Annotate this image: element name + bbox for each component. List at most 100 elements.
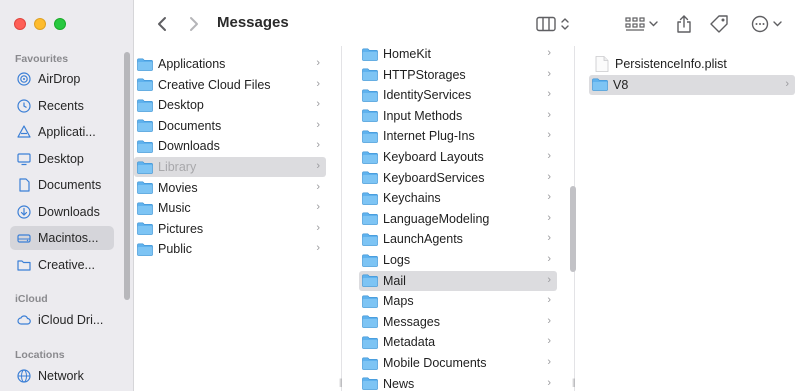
folder-row[interactable]: LaunchAgents › [359,229,557,249]
tags-button[interactable] [707,13,731,35]
zoom-window-button[interactable] [54,18,66,30]
folder-row[interactable]: Keychains › [359,188,557,208]
row-label: Applications [158,57,226,71]
column-resize-handle[interactable]: || [339,377,343,387]
sidebar-item[interactable]: Documents [10,173,114,197]
sidebar-item[interactable]: Network [10,364,114,388]
cloud-icon [17,313,31,327]
sidebar-item-label: Downloads [38,204,100,219]
row-label: V8 [613,77,629,92]
folder-icon [362,295,378,308]
sidebar-section-locations: Locations [15,349,65,361]
chevron-right-icon: › [316,77,320,90]
chevron-up-down-icon [561,18,569,30]
sidebar-item-label: Desktop [38,151,84,166]
window-controls [14,18,66,30]
chevron-right-icon: › [316,201,320,214]
file-row[interactable]: PersistenceInfo.plist [589,54,795,74]
folder-icon [362,233,378,246]
download-icon [17,204,31,219]
sidebar-item[interactable]: Recents [10,94,114,118]
folder-row[interactable]: Desktop › [134,95,326,115]
folder-row[interactable]: LanguageModeling › [359,209,557,229]
chevron-right-icon: › [547,211,551,224]
folder-row[interactable]: Internet Plug-Ins › [359,126,557,146]
folder-row[interactable]: HomeKit › [359,44,557,64]
folder-row[interactable]: Mobile Documents › [359,353,557,373]
row-label: Messages [383,314,440,329]
sidebar-item-label: Network [38,369,84,383]
sidebar-scrollbar[interactable] [124,52,130,300]
row-label: Desktop [158,98,204,113]
row-label: Metadata [383,335,436,350]
sidebar-item[interactable]: iCloud Dri... [10,308,114,332]
ellipsis-circle-icon [751,15,768,33]
folder-row[interactable]: V8 › [589,74,795,95]
share-button[interactable] [673,13,695,35]
toolbar: Messages [135,0,800,46]
minimize-window-button[interactable] [34,18,46,30]
column-divider[interactable] [341,46,342,391]
folder-icon [17,258,31,272]
row-label: Public [158,242,193,257]
folder-icon [362,130,378,143]
folder-icon [362,150,378,164]
folder-icon [137,160,153,174]
column-resize-handle[interactable]: || [572,377,576,387]
sidebar-item[interactable]: Macintos... [10,226,114,250]
folder-row[interactable]: Pictures › [134,219,326,239]
folder-icon [137,243,153,256]
chevron-right-icon: › [547,335,551,348]
more-actions-button[interactable] [747,13,785,35]
column-2: HomeKit › HTTPStorages › IdentityServices › In… [348,46,558,391]
folder-icon [362,315,378,329]
folder-row[interactable]: Metadata › [359,332,557,352]
folder-icon [137,181,153,194]
chevron-right-icon: › [785,77,789,90]
folder-row[interactable]: Movies › [134,178,326,198]
folder-row[interactable]: News › [359,374,557,391]
folder-row[interactable]: Applications › [134,54,326,74]
sidebar-item[interactable]: Applicati... [10,120,114,144]
column-2-scrollbar[interactable] [570,186,576,272]
folder-row[interactable]: Downloads › [134,136,326,156]
sidebar-item[interactable]: Desktop [10,147,114,171]
folder-row[interactable]: Messages › [359,312,557,332]
chevron-right-icon: › [316,242,320,255]
folder-row[interactable]: Music › [134,198,326,218]
folder-row[interactable]: Logs › [359,250,557,270]
sidebar-item[interactable]: Creative... [10,253,114,277]
window-title: Messages [217,14,289,31]
folder-row[interactable]: Library › [134,157,326,177]
chevron-right-icon: › [316,98,320,111]
folder-row[interactable]: IdentityServices › [359,85,557,105]
sidebar-item[interactable]: Downloads [10,200,114,224]
group-button[interactable] [621,13,661,35]
chevron-right-icon: › [547,376,551,389]
folder-row[interactable]: Mail › [359,270,557,291]
folder-row[interactable]: Maps › [359,291,557,311]
folder-icon [592,78,608,91]
row-label: Keyboard Layouts [383,150,484,164]
folder-icon [137,222,153,236]
folder-icon [137,202,153,215]
folder-row[interactable]: KeyboardServices › [359,168,557,188]
sidebar-item[interactable]: AirDrop [10,67,114,91]
close-window-button[interactable] [14,18,26,30]
folder-row[interactable]: Documents › [134,116,326,136]
row-label: PersistenceInfo.plist [615,57,727,71]
row-label: Maps [383,294,414,309]
folder-row[interactable]: HTTPStorages › [359,65,557,85]
row-label: Logs [383,253,411,267]
row-label: KeyboardServices [383,170,485,185]
forward-button[interactable] [183,13,205,35]
view-mode-button[interactable] [533,13,573,35]
back-button[interactable] [151,13,173,35]
folder-row[interactable]: Input Methods › [359,106,557,126]
folder-icon [362,109,378,123]
folder-row[interactable]: Creative Cloud Files › [134,75,326,95]
row-label: News [383,376,415,391]
chevron-right-icon: › [547,150,551,162]
folder-row[interactable]: Public › [134,239,326,259]
folder-row[interactable]: Keyboard Layouts › [359,147,557,167]
